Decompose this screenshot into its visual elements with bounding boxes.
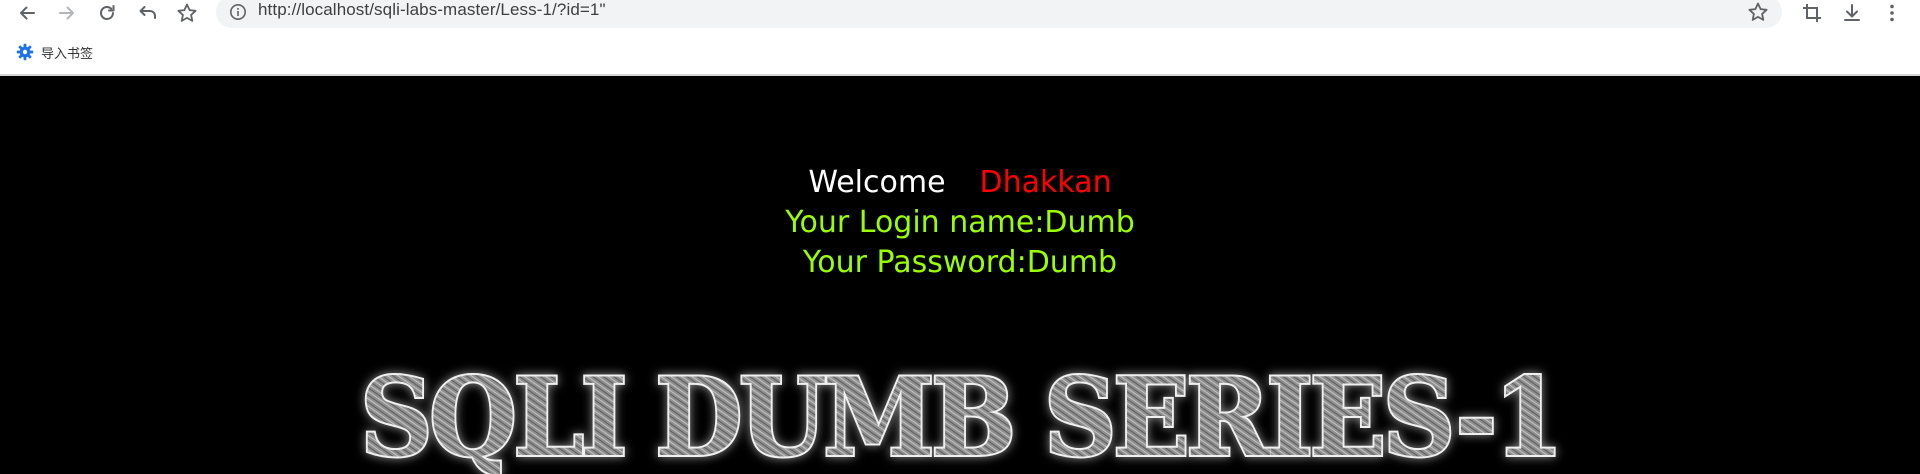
crop-icon [1803, 4, 1821, 22]
undo-button[interactable] [132, 0, 162, 26]
welcome-name: Dhakkan [979, 165, 1112, 200]
page-content: Welcome Dhakkan Your Login name:Dumb Your… [0, 76, 1920, 474]
arrow-right-icon [59, 6, 74, 20]
url-text[interactable]: http://localhost/sqli-labs-master/Less-1… [258, 0, 606, 20]
browser-window: http://localhost/sqli-labs-master/Less-1… [0, 0, 1920, 474]
crop-button[interactable] [1797, 0, 1827, 26]
arrow-left-icon [20, 6, 35, 20]
star-outline-icon [177, 3, 197, 22]
reload-button[interactable] [92, 0, 122, 26]
undo-icon [139, 6, 156, 19]
welcome-text: Welcome [808, 165, 946, 200]
star-icon[interactable] [1746, 0, 1770, 24]
login-name-line: Your Login name:Dumb [785, 205, 1135, 240]
gear-icon [16, 43, 34, 61]
password-line: Your Password:Dumb [802, 245, 1118, 280]
browser-toolbar: http://localhost/sqli-labs-master/Less-1… [0, 0, 1920, 29]
download-button[interactable] [1837, 0, 1867, 26]
info-circle-icon[interactable] [228, 2, 248, 22]
reload-icon [100, 5, 115, 20]
browser-menu-button[interactable] [1877, 0, 1907, 26]
forward-button[interactable] [52, 0, 82, 26]
banner-text: SQLI DUMB SERIES-1 [360, 355, 1560, 474]
import-bookmarks-button[interactable]: 导入书签 [16, 41, 93, 63]
address-bar[interactable]: http://localhost/sqli-labs-master/Less-1… [216, 0, 1782, 28]
back-button[interactable] [12, 0, 42, 26]
bookmarks-bar: 导入书签 [0, 29, 1920, 76]
welcome-line: Welcome Dhakkan [0, 163, 1920, 203]
bookmark-page-button[interactable] [172, 0, 202, 26]
kebab-menu-icon [1890, 4, 1894, 22]
series-banner-logo: SQLI DUMB SERIES-1 [358, 353, 1566, 474]
download-icon [1844, 4, 1860, 21]
import-bookmarks-label: 导入书签 [41, 46, 94, 62]
